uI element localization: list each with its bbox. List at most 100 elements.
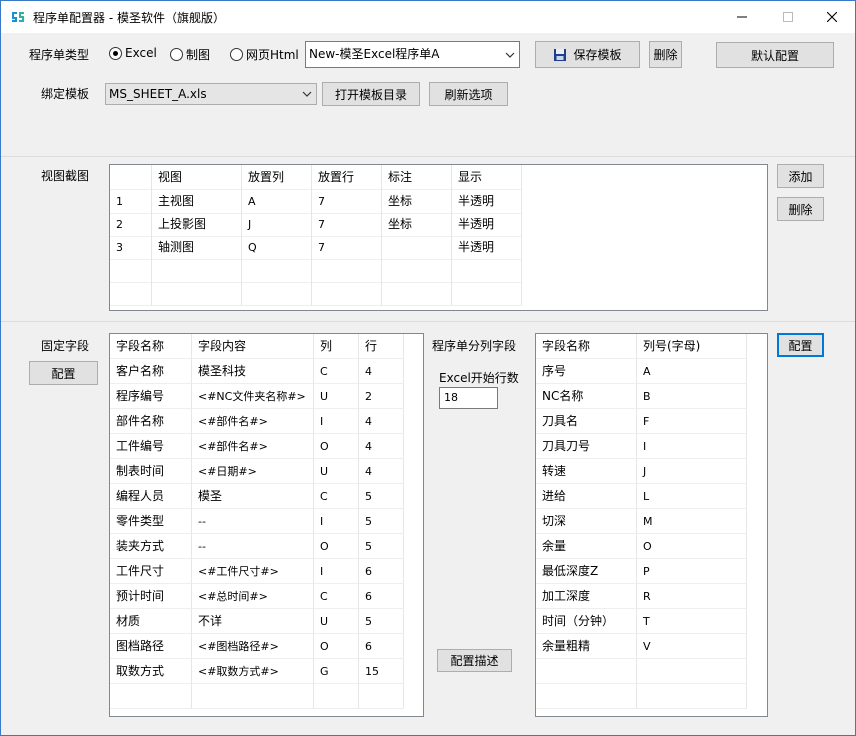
field-name: 装夹方式: [110, 534, 192, 559]
row-index: 2: [110, 212, 152, 237]
program-type-label: 程序单类型: [29, 48, 90, 62]
template-select-value: New-模圣Excel程序单A: [309, 47, 440, 61]
minimize-icon: [737, 16, 747, 18]
window-title: 程序单配置器 - 模圣软件（旗舰版）: [33, 11, 225, 25]
field-content: --: [192, 534, 314, 559]
field-letter: T: [637, 609, 747, 634]
excel-start-row-label: Excel开始行数: [439, 371, 519, 385]
save-template-button[interactable]: 保存模板: [535, 41, 640, 68]
view-name: 主视图: [152, 189, 242, 214]
place-col: Q: [242, 235, 312, 260]
field-name: 部件名称: [110, 409, 192, 434]
field-name: 转速: [536, 459, 637, 484]
field-name: 制表时间: [110, 459, 192, 484]
field-row: 4: [359, 359, 404, 384]
field-row: 4: [359, 409, 404, 434]
radio-html[interactable]: 网页Html: [230, 46, 299, 63]
field-name: 余量粗精: [536, 634, 637, 659]
field-name: 取数方式: [110, 659, 192, 684]
refresh-options-button[interactable]: 刷新选项: [429, 82, 508, 106]
field-content: <#部件名#>: [192, 434, 314, 459]
split-col-letter: 列号(字母): [637, 334, 747, 359]
field-row: 15: [359, 659, 404, 684]
place-col: J: [242, 212, 312, 237]
field-content: <#工件尺寸#>: [192, 559, 314, 584]
annotation: 坐标: [382, 189, 452, 214]
maximize-button[interactable]: [765, 1, 811, 33]
bind-template-select[interactable]: MS_SHEET_A.xls: [105, 83, 317, 105]
radio-excel[interactable]: Excel: [109, 46, 157, 60]
field-name: 材质: [110, 609, 192, 634]
views-col-place-col: 放置列: [242, 165, 312, 190]
close-button[interactable]: [809, 1, 855, 33]
open-template-dir-button[interactable]: 打开模板目录: [322, 82, 420, 106]
fixed-config-button[interactable]: 配置: [29, 361, 98, 385]
field-row: 2: [359, 384, 404, 409]
close-icon: [827, 12, 837, 22]
views-table[interactable]: 视图 放置列 放置行 标注 显示 1 主视图 A 7 坐标 半透明 2 上投影图…: [109, 164, 768, 311]
field-name: 序号: [536, 359, 637, 384]
field-name: 最低深度Z: [536, 559, 637, 584]
template-select[interactable]: New-模圣Excel程序单A: [305, 41, 520, 68]
minimize-button[interactable]: [719, 1, 765, 33]
field-col: I: [314, 559, 359, 584]
radio-drawing[interactable]: 制图: [170, 46, 210, 63]
field-name: 零件类型: [110, 509, 192, 534]
field-col: G: [314, 659, 359, 684]
field-content: <#图档路径#>: [192, 634, 314, 659]
radio-html-dot: [230, 48, 243, 61]
split-col-name: 字段名称: [536, 334, 637, 359]
app-window: 程序单配置器 - 模圣软件（旗舰版） 程序单类型 Excel 制图 网页Html…: [0, 0, 856, 736]
field-content: 不详: [192, 609, 314, 634]
display: 半透明: [452, 235, 522, 260]
fixed-col-col: 列: [314, 334, 359, 359]
field-content: <#日期#>: [192, 459, 314, 484]
divider: [1, 321, 855, 322]
bind-template-label: 绑定模板: [41, 87, 90, 101]
divider: [1, 156, 855, 157]
split-fields-label: 程序单分列字段: [432, 339, 517, 353]
field-row: 4: [359, 459, 404, 484]
delete-template-button[interactable]: 删除: [649, 41, 682, 68]
field-name: 编程人员: [110, 484, 192, 509]
field-row: 5: [359, 609, 404, 634]
field-name: 加工深度: [536, 584, 637, 609]
bind-template-value: MS_SHEET_A.xls: [109, 87, 207, 101]
save-template-label: 保存模板: [573, 48, 622, 62]
app-logo-icon: [12, 12, 24, 22]
radio-excel-label: Excel: [125, 46, 157, 60]
fixed-col-name: 字段名称: [110, 334, 192, 359]
field-letter: L: [637, 484, 747, 509]
config-describe-button[interactable]: 配置描述: [437, 649, 512, 672]
field-col: O: [314, 634, 359, 659]
field-row: 5: [359, 509, 404, 534]
field-col: U: [314, 384, 359, 409]
add-view-button[interactable]: 添加: [777, 164, 824, 188]
chevron-down-icon: [302, 91, 312, 97]
field-content: --: [192, 509, 314, 534]
field-row: 5: [359, 534, 404, 559]
field-letter: M: [637, 509, 747, 534]
field-col: C: [314, 359, 359, 384]
views-col-place-row: 放置行: [312, 165, 382, 190]
place-row: 7: [312, 189, 382, 214]
place-row: 7: [312, 235, 382, 260]
field-name: 刀具名: [536, 409, 637, 434]
delete-view-button[interactable]: 删除: [777, 197, 824, 221]
radio-drawing-dot: [170, 48, 183, 61]
split-fields-table[interactable]: 字段名称 列号(字母) 序号 A NC名称 B 刀具名 F 刀具刀号 I 转速 J 进给 L…: [535, 333, 768, 717]
display: 半透明: [452, 212, 522, 237]
field-name: 余量: [536, 534, 637, 559]
fixed-fields-table[interactable]: 字段名称 字段内容 列 行 客户名称 模圣科技 C 4 程序编号 <#NC文件夹名称#>…: [109, 333, 424, 717]
field-name: 切深: [536, 509, 637, 534]
field-letter: F: [637, 409, 747, 434]
split-config-button[interactable]: 配置: [777, 333, 824, 357]
row-index: 1: [110, 189, 152, 214]
field-name: 预计时间: [110, 584, 192, 609]
views-col-view: 视图: [152, 165, 242, 190]
field-letter: R: [637, 584, 747, 609]
default-config-button[interactable]: 默认配置: [716, 42, 834, 68]
title-bar: 程序单配置器 - 模圣软件（旗舰版）: [1, 1, 855, 33]
excel-start-row-input[interactable]: 18: [439, 387, 498, 409]
field-letter: J: [637, 459, 747, 484]
